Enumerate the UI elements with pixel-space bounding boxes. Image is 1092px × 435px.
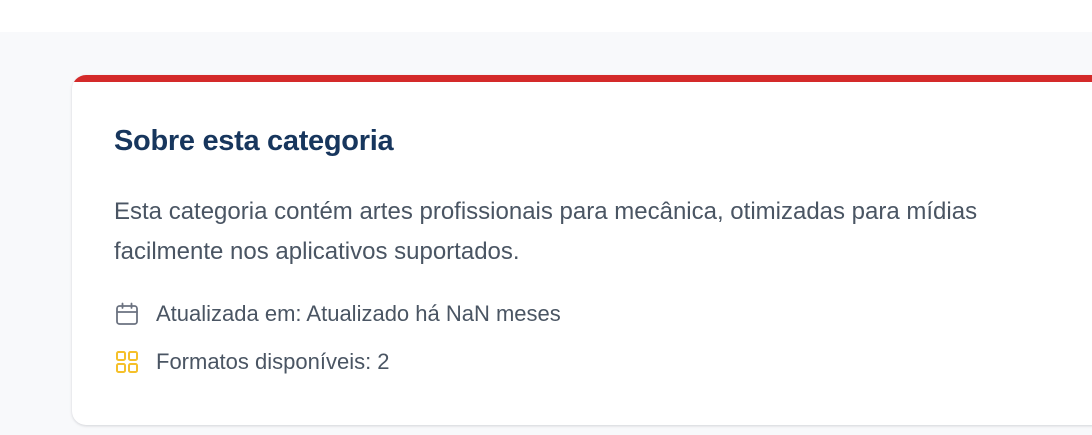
card-accent-bar bbox=[72, 75, 1092, 82]
card-title: Sobre esta categoria bbox=[114, 125, 394, 157]
card-description: Esta categoria contém artes profissionai… bbox=[114, 192, 1092, 272]
top-header-strip bbox=[0, 0, 1092, 32]
updated-at-row: Atualizada em: Atualizado há NaN meses bbox=[114, 301, 561, 327]
formats-text: Formatos disponíveis: 2 bbox=[156, 349, 390, 374]
formats-row: Formatos disponíveis: 2 bbox=[114, 349, 390, 375]
calendar-icon bbox=[114, 301, 140, 327]
updated-at-text: Atualizada em: Atualizado há NaN meses bbox=[156, 301, 561, 326]
grid-icon bbox=[114, 349, 140, 375]
description-line-1: Esta categoria contém artes profissionai… bbox=[114, 198, 978, 225]
category-info-card: Sobre esta categoria Esta categoria cont… bbox=[72, 75, 1092, 425]
description-line-2: facilmente nos aplicativos suportados. bbox=[114, 238, 520, 265]
